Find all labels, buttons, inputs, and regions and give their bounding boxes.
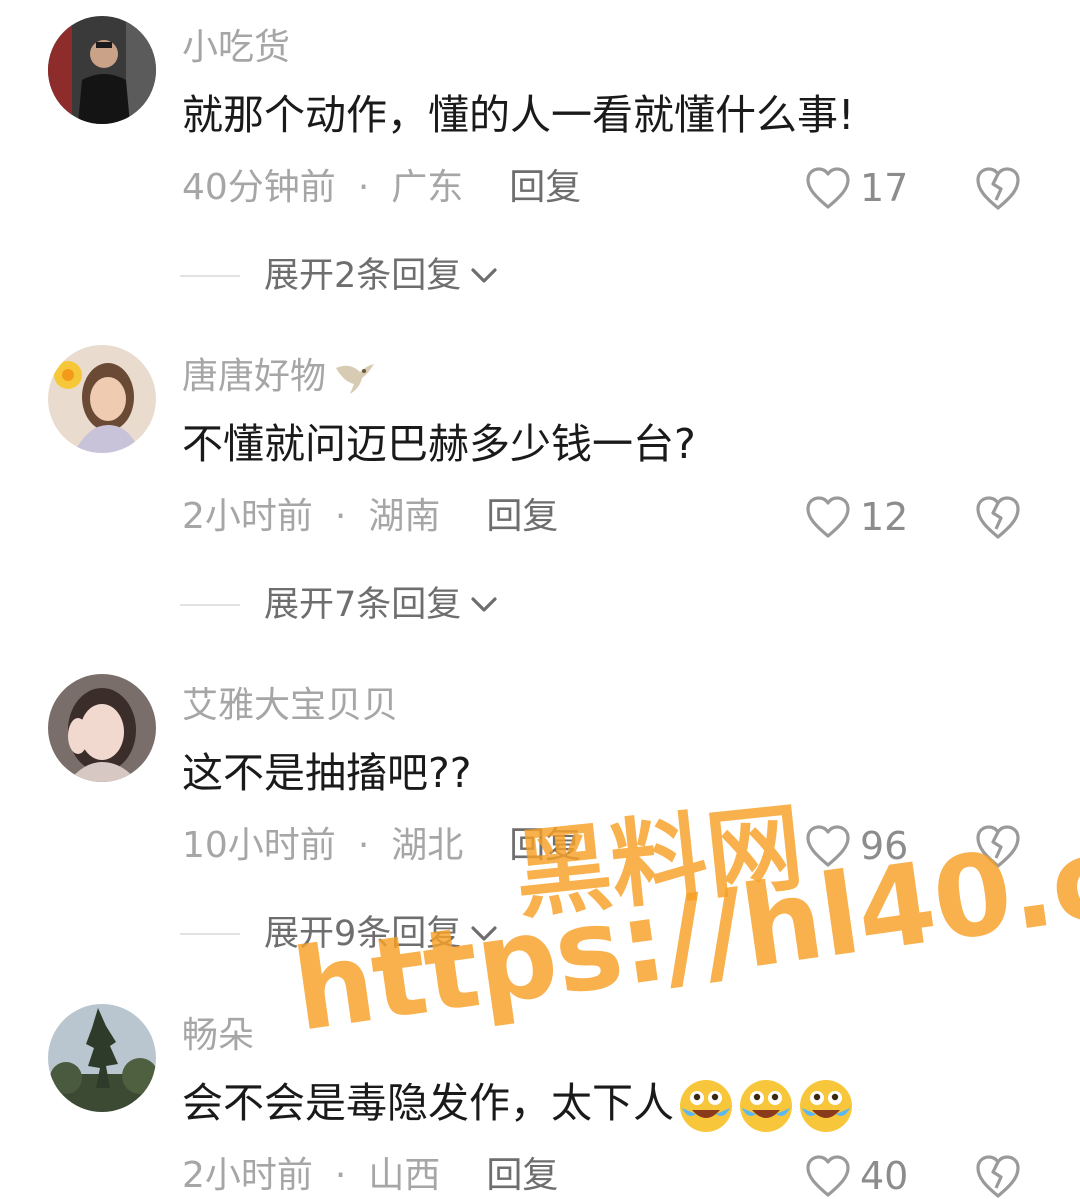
comment-time: 10小时前 [182, 825, 336, 866]
comment-text: 会不会是毒隐发作，太下人 [182, 1076, 854, 1134]
like-count: 40 [860, 1154, 909, 1198]
meta-separator: · [357, 825, 370, 866]
user-avatar[interactable] [48, 674, 156, 782]
expand-replies-button[interactable]: 展开7条回复 [180, 583, 499, 627]
like-count: 12 [860, 495, 909, 539]
eagle-badge-icon [336, 364, 375, 394]
comment-text-content: 会不会是毒隐发作，太下人 [182, 1079, 674, 1127]
comment-username[interactable]: 畅朵 [182, 1014, 254, 1058]
like-button[interactable]: 96 [804, 820, 908, 872]
expand-replies-button[interactable]: 展开2条回复 [180, 254, 499, 298]
meta-separator: · [334, 496, 347, 537]
like-button[interactable]: 12 [804, 491, 908, 543]
comment-username[interactable]: 小吃货 [182, 26, 290, 70]
reply-button[interactable]: 回复 [509, 167, 581, 208]
comment-location: 广东 [391, 167, 464, 208]
comment-time: 2小时前 [182, 1155, 313, 1196]
comment-meta: 40分钟前 · 广东 回复 [182, 162, 581, 214]
username-text: 唐唐好物 [182, 356, 327, 397]
reply-button[interactable]: 回复 [486, 496, 558, 537]
comment-time: 2小时前 [182, 496, 313, 537]
like-button[interactable]: 17 [804, 162, 908, 214]
like-button[interactable]: 40 [804, 1150, 908, 1199]
expand-divider [180, 933, 240, 935]
broken-heart-icon[interactable] [974, 164, 1022, 212]
expand-divider [180, 275, 240, 277]
comment-text: 不懂就问迈巴赫多少钱一台? [182, 420, 696, 468]
comment-time: 40分钟前 [182, 167, 336, 208]
meta-separator: · [334, 1155, 347, 1196]
comment-location: 山西 [368, 1155, 441, 1196]
crying-laughing-emoji [680, 1080, 732, 1132]
expand-replies-label: 展开7条回复 [264, 585, 462, 625]
user-avatar[interactable] [48, 1004, 156, 1112]
comment-location: 湖南 [368, 496, 441, 537]
heart-icon [806, 825, 850, 867]
like-count: 17 [860, 166, 909, 210]
heart-icon [806, 496, 850, 538]
comment-list: 小吃货 就那个动作，懂的人一看就懂什么事! 40分钟前 · 广东 回复 17 展开2条… [0, 0, 1080, 1199]
comment-username[interactable]: 唐唐好物 [182, 355, 376, 399]
heart-icon [806, 167, 850, 209]
comment-text: 就那个动作，懂的人一看就懂什么事! [182, 91, 855, 139]
broken-heart-icon[interactable] [974, 822, 1022, 870]
reply-button[interactable]: 回复 [509, 825, 581, 866]
comment-username[interactable]: 艾雅大宝贝贝 [182, 684, 398, 728]
broken-heart-icon[interactable] [974, 493, 1022, 541]
broken-heart-icon[interactable] [974, 1152, 1022, 1199]
chevron-down-icon [471, 597, 497, 612]
like-count: 96 [860, 824, 909, 868]
comment-meta: 2小时前 · 湖南 回复 [182, 491, 558, 543]
crying-laughing-emoji [800, 1080, 852, 1132]
crying-laughing-emoji [740, 1080, 792, 1132]
user-avatar[interactable] [48, 345, 156, 453]
comment-text: 这不是抽搐吧?? [182, 749, 472, 797]
heart-icon [806, 1155, 850, 1197]
comment-meta: 10小时前 · 湖北 回复 [182, 820, 581, 872]
expand-divider [180, 604, 240, 606]
expand-replies-label: 展开9条回复 [264, 914, 462, 954]
comment-meta: 2小时前 · 山西 回复 [182, 1150, 558, 1199]
expand-replies-button[interactable]: 展开9条回复 [180, 912, 499, 956]
expand-replies-label: 展开2条回复 [264, 256, 462, 296]
reply-button[interactable]: 回复 [486, 1155, 558, 1196]
chevron-down-icon [471, 926, 497, 941]
meta-separator: · [357, 167, 370, 208]
user-avatar[interactable] [48, 16, 156, 124]
chevron-down-icon [471, 268, 497, 283]
comment-location: 湖北 [391, 825, 464, 866]
